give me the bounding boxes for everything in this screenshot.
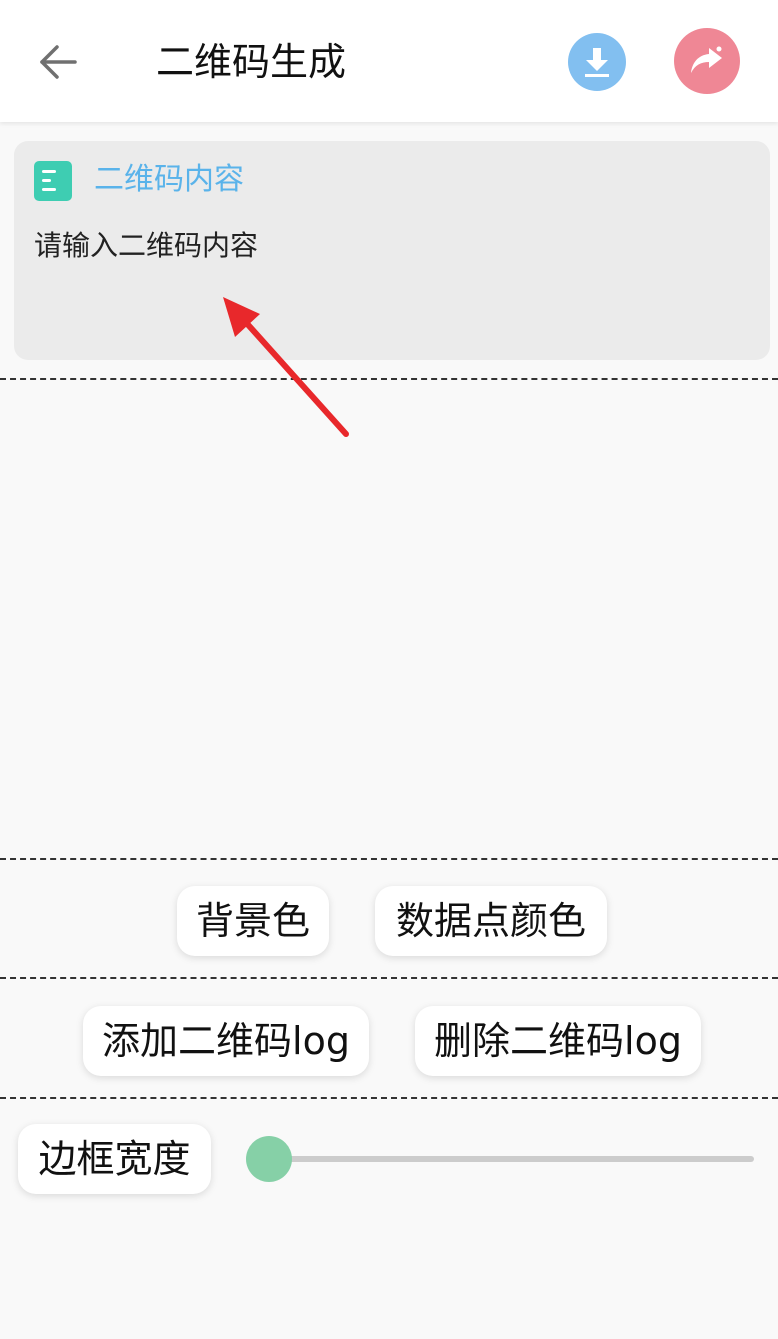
remove-logo-button[interactable]: 删除二维码log (415, 1006, 701, 1076)
background-color-button[interactable]: 背景色 (177, 886, 329, 956)
download-button[interactable] (568, 33, 626, 91)
back-arrow-icon (40, 45, 77, 79)
data-point-color-button[interactable]: 数据点颜色 (375, 886, 607, 956)
share-icon (691, 46, 722, 73)
slider-thumb[interactable] (246, 1136, 292, 1182)
document-icon (34, 161, 72, 201)
border-width-label: 边框宽度 (18, 1124, 211, 1194)
qr-content-card: 二维码内容 (14, 141, 770, 360)
download-icon (585, 48, 609, 77)
divider (0, 1097, 778, 1099)
divider (0, 977, 778, 979)
slider-track (268, 1156, 754, 1162)
divider (0, 378, 778, 380)
page-title: 二维码生成 (156, 40, 347, 84)
share-button[interactable] (674, 28, 740, 94)
app-header: 二维码生成 (0, 0, 778, 122)
qr-content-input[interactable] (30, 221, 758, 269)
back-button[interactable] (30, 36, 86, 88)
divider (0, 858, 778, 860)
border-width-slider[interactable] (246, 1136, 754, 1182)
add-logo-button[interactable]: 添加二维码log (83, 1006, 369, 1076)
qr-content-label: 二维码内容 (94, 162, 244, 197)
